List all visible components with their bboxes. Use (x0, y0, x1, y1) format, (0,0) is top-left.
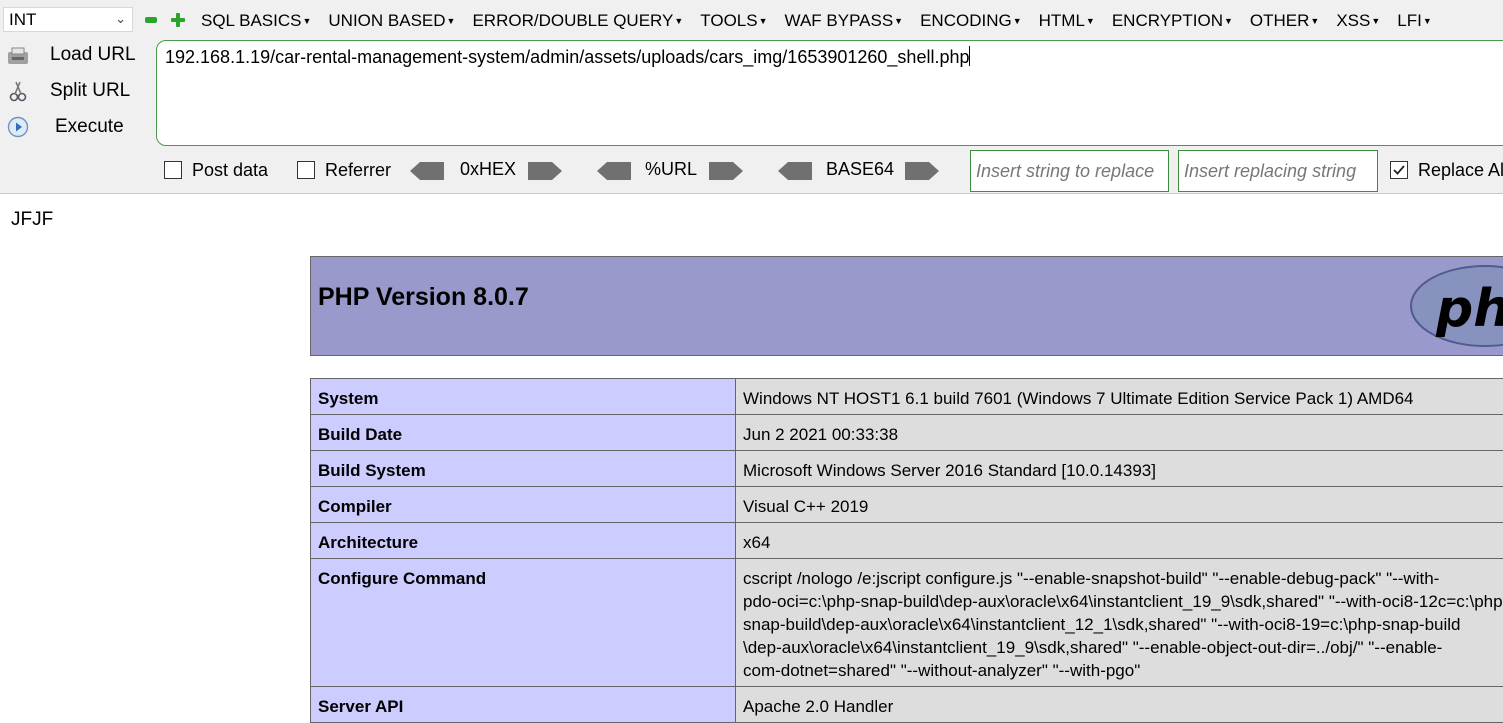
configure-line: com-dotnet=shared" "--without-analyzer" … (743, 659, 1503, 682)
play-icon (6, 116, 30, 138)
row-key: Server API (311, 687, 736, 723)
row-key: Build Date (311, 415, 736, 451)
injection-type-select[interactable]: INT ⌄ (3, 7, 133, 32)
row-value: Windows NT HOST1 6.1 build 7601 (Windows… (736, 379, 1503, 415)
menu-sql-basics[interactable]: SQL BASICS▼ (201, 8, 311, 34)
row-key: Build System (311, 451, 736, 487)
replacing-string-input[interactable]: Insert replacing string (1178, 150, 1378, 192)
hex-label: 0xHEX (460, 158, 516, 180)
menu-other[interactable]: OTHER▼ (1250, 8, 1319, 34)
base64-label: BASE64 (826, 158, 894, 180)
split-url-label: Split URL (50, 77, 130, 105)
row-value: Microsoft Windows Server 2016 Standard [… (736, 451, 1503, 487)
load-url-button[interactable]: Load URL (6, 41, 146, 69)
post-data-label: Post data (192, 159, 268, 181)
configure-line: \dep-aux\oracle\x64\instantclient_19_9\s… (743, 636, 1503, 659)
referrer-label: Referrer (325, 159, 391, 181)
row-key: Compiler (311, 487, 736, 523)
row-key: Configure Command (311, 559, 736, 687)
row-value: Jun 2 2021 00:33:38 (736, 415, 1503, 451)
url-encode-label: %URL (645, 158, 697, 180)
text-cursor (969, 46, 970, 66)
split-url-button[interactable]: Split URL (6, 77, 146, 105)
url-text: 192.168.1.19/car-rental-management-syste… (165, 45, 970, 69)
menu-html[interactable]: HTML▼ (1039, 8, 1095, 34)
hex-decode-arrow-icon[interactable] (410, 161, 444, 181)
table-row: Build System Microsoft Windows Server 20… (311, 451, 1503, 487)
referrer-checkbox[interactable] (297, 161, 315, 179)
menu-waf-bypass[interactable]: WAF BYPASS▼ (785, 8, 904, 34)
menu-lfi[interactable]: LFI▼ (1397, 8, 1431, 34)
row-key: Architecture (311, 523, 736, 559)
table-row: Build Date Jun 2 2021 00:33:38 (311, 415, 1503, 451)
chevron-down-icon: ⌄ (115, 7, 126, 30)
load-url-label: Load URL (50, 41, 136, 69)
page-heading: JFJF (11, 208, 53, 232)
row-value: Apache 2.0 Handler (736, 687, 1503, 723)
checkmark-icon (1391, 162, 1407, 178)
post-data-checkbox[interactable] (164, 161, 182, 179)
row-key: System (311, 379, 736, 415)
row-value: x64 (736, 523, 1503, 559)
table-row: Server API Apache 2.0 Handler (311, 687, 1503, 723)
menu-bar: SQL BASICS▼ UNION BASED▼ ERROR/DOUBLE QU… (201, 8, 1449, 34)
base64-encode-arrow-icon[interactable] (905, 161, 939, 181)
replace-all-checkbox[interactable] (1390, 161, 1408, 179)
execute-button[interactable]: Execute (6, 113, 146, 141)
menu-xss[interactable]: XSS▼ (1336, 8, 1380, 34)
php-info-table: System Windows NT HOST1 6.1 build 7601 (… (310, 378, 1503, 723)
base64-decode-arrow-icon[interactable] (778, 161, 812, 181)
table-row: System Windows NT HOST1 6.1 build 7601 (… (311, 379, 1503, 415)
plus-icon[interactable] (171, 13, 185, 27)
replace-string-input[interactable]: Insert string to replace (970, 150, 1169, 192)
row-value: cscript /nologo /e:jscript configure.js … (736, 559, 1503, 687)
menu-tools[interactable]: TOOLS▼ (700, 8, 767, 34)
configure-line: cscript /nologo /e:jscript configure.js … (743, 567, 1503, 590)
hex-encode-arrow-icon[interactable] (528, 161, 562, 181)
configure-line: pdo-oci=c:\php-snap-build\dep-aux\oracle… (743, 590, 1503, 613)
table-row: Architecture x64 (311, 523, 1503, 559)
scissors-icon (6, 80, 30, 102)
menu-encryption[interactable]: ENCRYPTION▼ (1112, 8, 1233, 34)
table-row: Compiler Visual C++ 2019 (311, 487, 1503, 523)
svg-text:php: php (1435, 279, 1503, 339)
execute-label: Execute (55, 113, 124, 141)
menu-error-double-query[interactable]: ERROR/DOUBLE QUERY▼ (472, 8, 683, 34)
php-logo: php (1410, 260, 1503, 352)
php-version-title: PHP Version 8.0.7 (318, 282, 529, 312)
replace-all-label: Replace All (1418, 159, 1503, 181)
url-encode-arrow-icon[interactable] (709, 161, 743, 181)
url-decode-arrow-icon[interactable] (597, 161, 631, 181)
configure-line: snap-build\dep-aux\oracle\x64\instantcli… (743, 613, 1503, 636)
injection-type-value: INT (9, 10, 36, 29)
menu-encoding[interactable]: ENCODING▼ (920, 8, 1022, 34)
menu-union-based[interactable]: UNION BASED▼ (328, 8, 455, 34)
table-row: Configure Command cscript /nologo /e:jsc… (311, 559, 1503, 687)
minus-icon[interactable] (145, 17, 157, 23)
row-value: Visual C++ 2019 (736, 487, 1503, 523)
load-url-icon (6, 44, 30, 66)
